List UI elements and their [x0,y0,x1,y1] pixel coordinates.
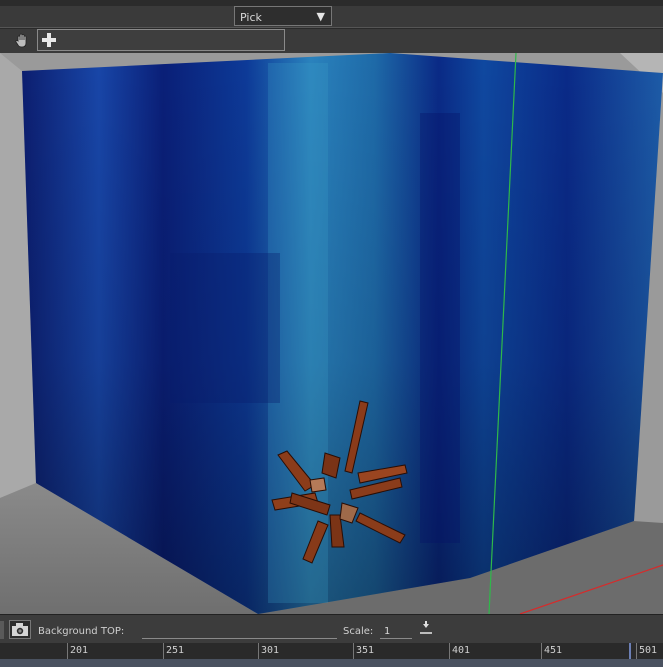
3d-viewport[interactable] [0,53,663,614]
timeline-track[interactable] [0,659,663,667]
timeline-tick: 301 [258,643,354,659]
wall-dark-strip [420,113,460,543]
secondary-toolbar [0,29,663,53]
scale-field[interactable]: 1 [380,624,412,639]
timeline-tick: 201 [67,643,163,659]
timeline-tick: 251 [163,643,259,659]
background-top-label: Background TOP: [38,626,125,637]
viewport-scene [0,53,663,614]
mode-dropdown-label: Pick [240,11,262,24]
timeline-playhead[interactable] [629,643,631,659]
mode-dropdown[interactable]: Pick ▼ [234,6,332,26]
scale-value: 1 [384,626,391,637]
scale-label: Scale: [343,626,374,637]
slider-icon[interactable] [419,621,433,637]
bottom-left-handle[interactable] [0,621,4,639]
camera-icon[interactable] [9,620,31,639]
timeline-tick: 451 [541,643,634,659]
hand-pan-icon[interactable] [13,32,31,50]
triangle-down-icon: ▼ [316,10,325,23]
viewport-bottom-bar: Background TOP: Scale: 1 [0,614,663,643]
timeline-tick: 501 [636,643,663,659]
timeline-ruler[interactable]: 201 251 301 351 401 451 501 [0,643,663,659]
top-toolbar: Pick ▼ [0,6,663,29]
plus-icon[interactable] [40,31,58,49]
timeline-tick: 351 [353,643,449,659]
timeline-tick: 401 [449,643,541,659]
toolbar-divider [0,27,663,28]
wall-dark-block [170,253,280,403]
background-top-field[interactable] [142,624,337,639]
wall-shade [22,53,663,614]
pick-path-field[interactable] [37,29,285,51]
